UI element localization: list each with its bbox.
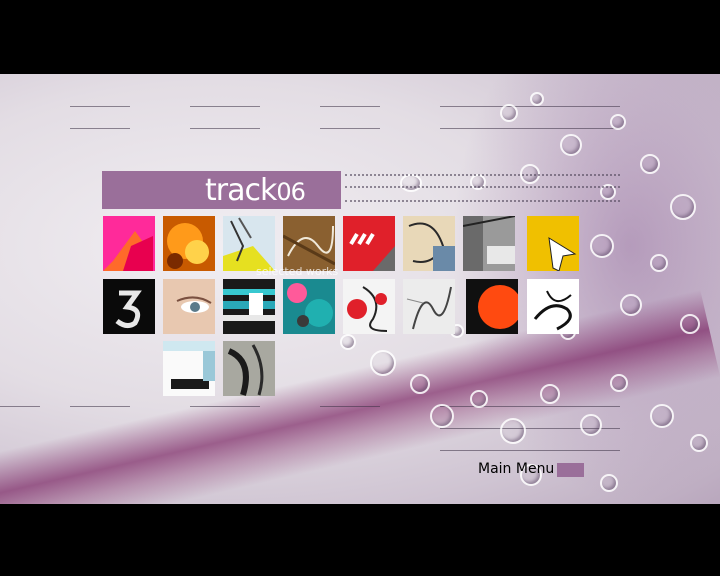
thumbnail-13[interactable]: [343, 279, 395, 334]
letterbox-top: [0, 0, 720, 74]
thumbnail-6[interactable]: [403, 216, 455, 271]
thumbnail-3[interactable]: [223, 216, 275, 271]
thumbnail-4[interactable]: [283, 216, 335, 271]
thumbnail-8[interactable]: [527, 216, 579, 271]
dotted-rule-mid: [345, 186, 620, 190]
thumbnail-1[interactable]: [103, 216, 155, 271]
thumbnail-16[interactable]: [527, 279, 579, 334]
track-title: track06: [205, 171, 306, 209]
track-title-word: track: [205, 173, 277, 208]
thumbnail-18[interactable]: [223, 341, 275, 396]
thumbnail-2[interactable]: [163, 216, 215, 271]
dotted-rule-top: [345, 174, 620, 178]
overlay-caption: selected works: [256, 265, 339, 278]
thumbnail-9[interactable]: [103, 279, 155, 334]
dotted-rule-bottom: [345, 200, 620, 204]
main-menu-highlight: [557, 463, 584, 477]
thumbnail-7[interactable]: [463, 216, 515, 271]
thumbnail-11[interactable]: [223, 279, 275, 334]
thumbnail-10[interactable]: [163, 279, 215, 334]
thumbnail-12[interactable]: [283, 279, 335, 334]
track-title-number: 06: [276, 178, 306, 206]
thumbnail-14[interactable]: [403, 279, 455, 334]
thumbnail-17[interactable]: [163, 341, 215, 396]
thumbnail-15[interactable]: [466, 279, 518, 334]
thumbnail-5[interactable]: [343, 216, 395, 271]
letterbox-bottom: [0, 504, 720, 576]
main-menu-button[interactable]: Main Menu: [478, 461, 554, 477]
